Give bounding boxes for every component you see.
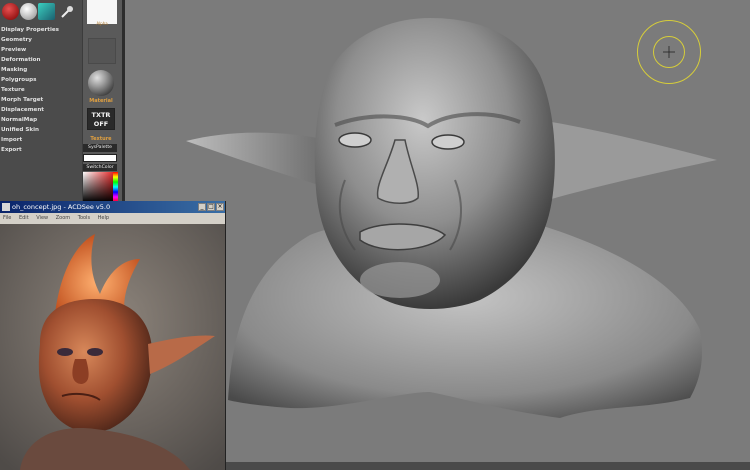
texture-label: Texture (90, 136, 112, 142)
app-icon (2, 203, 10, 211)
alpha-label: Alpha (96, 21, 108, 26)
texture-button-line1: TXTR (91, 111, 111, 119)
palette-menu: Display Properties Geometry Preview Defo… (0, 25, 82, 155)
texture-off-button[interactable]: TXTR OFF (87, 108, 115, 130)
menu-item-masking[interactable]: Masking (0, 65, 82, 75)
viewer-menu-zoom[interactable]: Zoom (56, 215, 70, 221)
menu-item-export[interactable]: Export (0, 145, 82, 155)
menu-item-unified-skin[interactable]: Unified Skin (0, 125, 82, 135)
zbrush-window: Display Properties Geometry Preview Defo… (0, 0, 750, 470)
menu-item-polygroups[interactable]: Polygroups (0, 75, 82, 85)
canvas-bottom-bar (225, 462, 750, 470)
viewer-titlebar[interactable]: oh_concept.jpg - ACDSee v5.0 _ □ × (0, 201, 225, 213)
menu-item-display-properties[interactable]: Display Properties (0, 25, 82, 35)
image-viewer-window: oh_concept.jpg - ACDSee v5.0 _ □ × File … (0, 201, 226, 470)
material-label: Material (89, 98, 113, 104)
crosshair-icon (663, 46, 675, 58)
color-picker[interactable] (83, 172, 117, 202)
material-sphere-icon[interactable] (88, 70, 114, 96)
switch-color-button[interactable]: SwitchColor (83, 164, 117, 171)
viewer-menu-view[interactable]: View (36, 215, 48, 221)
viewer-menu-tools[interactable]: Tools (78, 215, 90, 221)
menu-item-geometry[interactable]: Geometry (0, 35, 82, 45)
concept-image (0, 224, 225, 470)
close-icon[interactable]: × (216, 203, 224, 211)
viewer-menu-file[interactable]: File (3, 215, 11, 221)
minimize-icon[interactable]: _ (198, 203, 206, 211)
move-tool-icon[interactable] (59, 4, 75, 20)
gradient-icon[interactable] (38, 3, 55, 20)
maximize-icon[interactable]: □ (207, 203, 215, 211)
viewer-title: oh_concept.jpg - ACDSee v5.0 (12, 203, 111, 211)
sphere-brush-icon[interactable] (2, 3, 19, 20)
menu-item-import[interactable]: Import (0, 135, 82, 145)
menu-item-texture[interactable]: Texture (0, 85, 82, 95)
menu-item-preview[interactable]: Preview (0, 45, 82, 55)
sys-palette-button[interactable]: SysPalette (83, 144, 117, 152)
color-swatch[interactable] (83, 154, 117, 162)
menu-item-deformation[interactable]: Deformation (0, 55, 82, 65)
viewer-menu-edit[interactable]: Edit (19, 215, 29, 221)
top-toolbar (0, 0, 82, 24)
viewer-menu-help[interactable]: Help (98, 215, 109, 221)
viewer-menubar: File Edit View Zoom Tools Help (0, 213, 225, 223)
smooth-brush-icon[interactable] (20, 3, 37, 20)
texture-button-line2: OFF (93, 120, 109, 128)
menu-item-normalmap[interactable]: NormalMap (0, 115, 82, 125)
menu-item-morph-target[interactable]: Morph Target (0, 95, 82, 105)
alpha-slot[interactable] (88, 38, 116, 64)
menu-item-displacement[interactable]: Displacement (0, 105, 82, 115)
hue-slider[interactable] (113, 172, 118, 202)
